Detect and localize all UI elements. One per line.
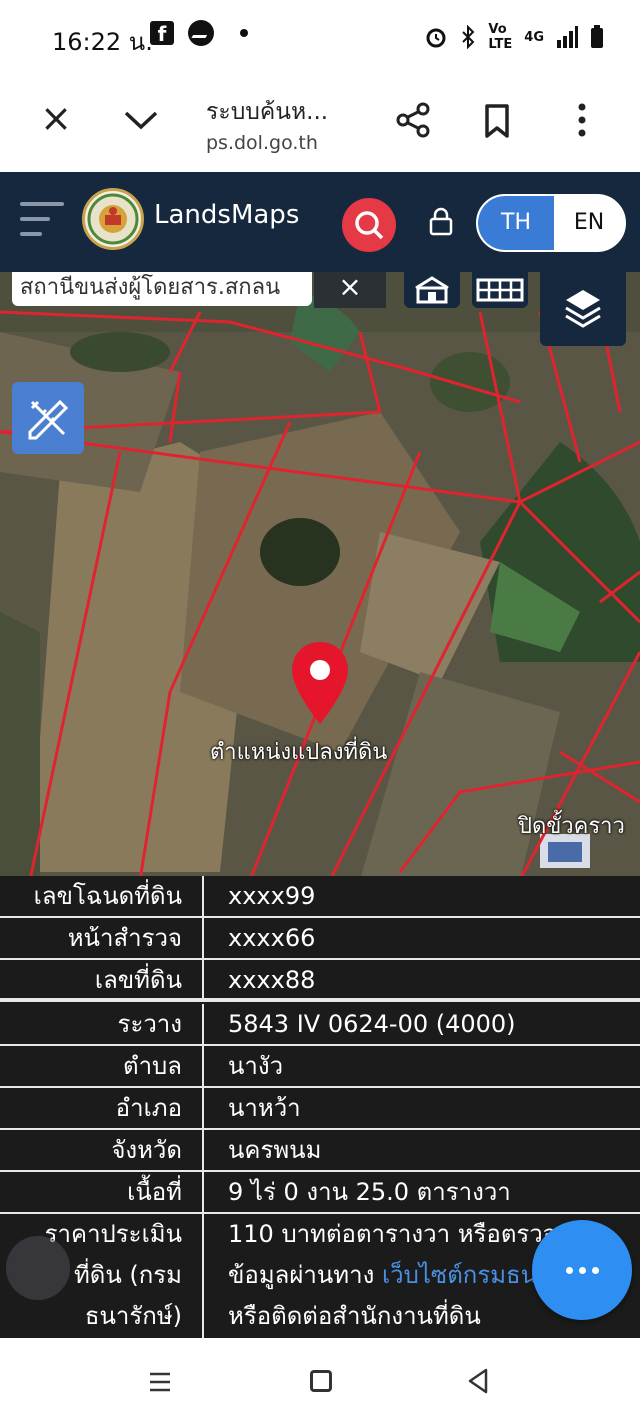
more-notifications-icon [240, 29, 248, 37]
grid-icon [476, 278, 524, 302]
building-layer-button[interactable] [404, 272, 460, 308]
ruler-pencil-icon [28, 399, 69, 440]
row-value: นาหว้า [228, 1094, 301, 1122]
pin-label: ตำแหน่งแปลงที่ดิน [210, 740, 388, 765]
dol-logo [82, 188, 144, 250]
chevron-down-icon[interactable] [124, 110, 158, 130]
lock-icon[interactable] [428, 206, 454, 236]
price-label-line: ธนารักษ์) [84, 1302, 182, 1330]
bookmark-icon[interactable] [484, 104, 510, 138]
system-nav-bar [0, 1338, 640, 1425]
lang-en-button[interactable]: EN [554, 196, 624, 250]
map-search-input[interactable]: สถานีขนส่งผู้โดยสาร.สกลน [12, 272, 312, 306]
row-value: นครพนม [228, 1136, 322, 1164]
browser-toolbar: × ระบบค้นห... ps.dol.go.th [0, 72, 640, 172]
row-value: xxxx88 [228, 966, 316, 994]
grid-layer-button[interactable] [472, 272, 528, 308]
share-icon[interactable] [396, 102, 430, 138]
volte-icon: Vo LTE [488, 22, 513, 52]
row-label: เลขที่ดิน [0, 960, 204, 998]
facebook-icon: f [150, 21, 174, 46]
row-value: xxxx99 [228, 882, 316, 910]
row-value: 5843 IV 0624-00 (4000) [228, 1010, 516, 1038]
app-name: LandsMaps [154, 200, 300, 230]
table-row: จังหวัด นครพนม [0, 1130, 640, 1172]
system-icons: Vo LTE 4G [424, 22, 604, 52]
back-icon[interactable] [466, 1368, 490, 1394]
page-url[interactable]: ps.dol.go.th [206, 132, 318, 154]
messenger-icon [188, 20, 214, 46]
info-icon[interactable] [6, 1236, 70, 1300]
price-value-text: ข้อมูลผ่านทาง [228, 1261, 382, 1289]
table-row: ตำบล นางัว [0, 1046, 640, 1088]
language-toggle: TH EN [476, 194, 626, 252]
row-label: จังหวัด [0, 1130, 204, 1170]
building-icon [415, 276, 449, 304]
table-row: เนื้อที่ 9 ไร่ 0 งาน 25.0 ตารางวา [0, 1172, 640, 1214]
table-row: หน้าสำรวจ xxxx66 [0, 918, 640, 960]
row-value: xxxx66 [228, 924, 316, 952]
recent-apps-icon[interactable] [148, 1372, 172, 1392]
row-label: อำเภอ [0, 1088, 204, 1128]
lang-th-button[interactable]: TH [478, 196, 554, 250]
close-tab-icon[interactable]: × [40, 99, 72, 137]
row-label: เลขโฉนดที่ดิน [0, 876, 204, 916]
table-row: ระวาง 5843 IV 0624-00 (4000) [0, 1004, 640, 1046]
battery-icon [591, 25, 603, 48]
row-value: 9 ไร่ 0 งาน 25.0 ตารางวา [228, 1178, 511, 1206]
row-label: หน้าสำรวจ [0, 918, 204, 958]
search-button[interactable] [342, 198, 396, 252]
home-icon[interactable] [310, 1370, 332, 1392]
more-vertical-icon[interactable] [572, 102, 592, 138]
layers-icon [565, 290, 601, 328]
page-title: ระบบค้นห... [206, 99, 329, 125]
status-bar: 16:22 น. f Vo LTE 4G [0, 0, 640, 72]
status-time: 16:22 น. [52, 28, 153, 56]
map-terrain [0, 272, 640, 880]
search-icon [355, 211, 384, 240]
network-type-icon: 4G [524, 29, 544, 45]
row-label: ระวาง [0, 1004, 204, 1044]
row-label: ตำบล [0, 1046, 204, 1086]
table-row: เลขที่ดิน xxxx88 [0, 960, 640, 1002]
menu-icon[interactable] [20, 202, 64, 238]
location-pin-icon[interactable] [288, 640, 352, 728]
layers-button[interactable] [540, 272, 626, 346]
clear-search-button[interactable]: × [314, 272, 386, 308]
alarm-icon [426, 28, 446, 48]
road-label: ปิดขั้วคราว [518, 814, 625, 839]
signal-icon [557, 26, 578, 48]
draw-tool-button[interactable] [12, 382, 84, 454]
notification-icons: f [150, 20, 248, 46]
bluetooth-icon [462, 25, 475, 49]
table-row: เลขโฉนดที่ดิน xxxx99 [0, 876, 640, 918]
row-label: เนื้อที่ [0, 1172, 204, 1212]
more-options-fab[interactable] [532, 1220, 632, 1320]
satellite-map[interactable]: สถานีขนส่งผู้โดยสาร.สกลน × ตำแหน่งแปลงที… [0, 272, 640, 880]
row-value: นางัว [228, 1052, 284, 1080]
table-row: อำเภอ นาหว้า [0, 1088, 640, 1130]
